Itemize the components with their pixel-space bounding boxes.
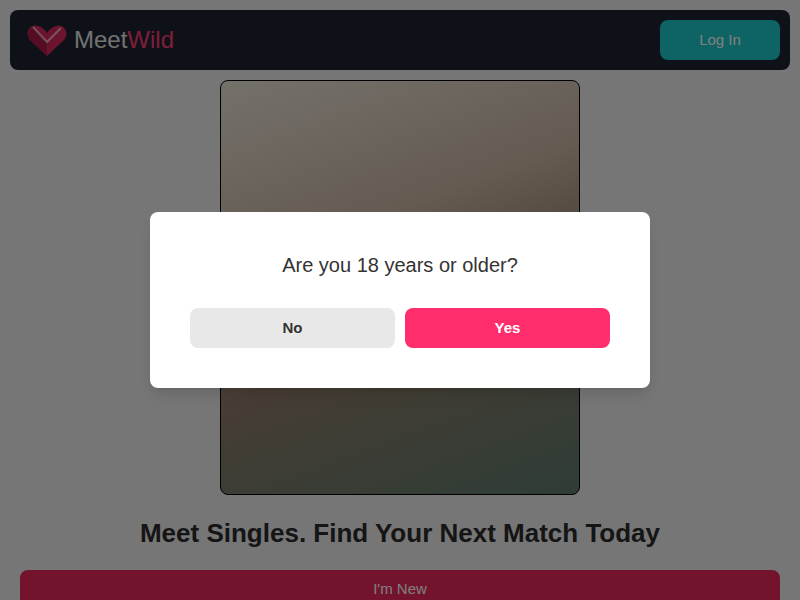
yes-button[interactable]: Yes [405,308,610,348]
modal-backdrop: Are you 18 years or older? NoYes [0,0,800,600]
no-button[interactable]: No [190,308,395,348]
dialog-question: Are you 18 years or older? [190,250,610,280]
age-dialog: Are you 18 years or older? NoYes [150,212,650,388]
page: MeetWildLog InMeet Singles. Find Your Ne… [0,0,800,600]
